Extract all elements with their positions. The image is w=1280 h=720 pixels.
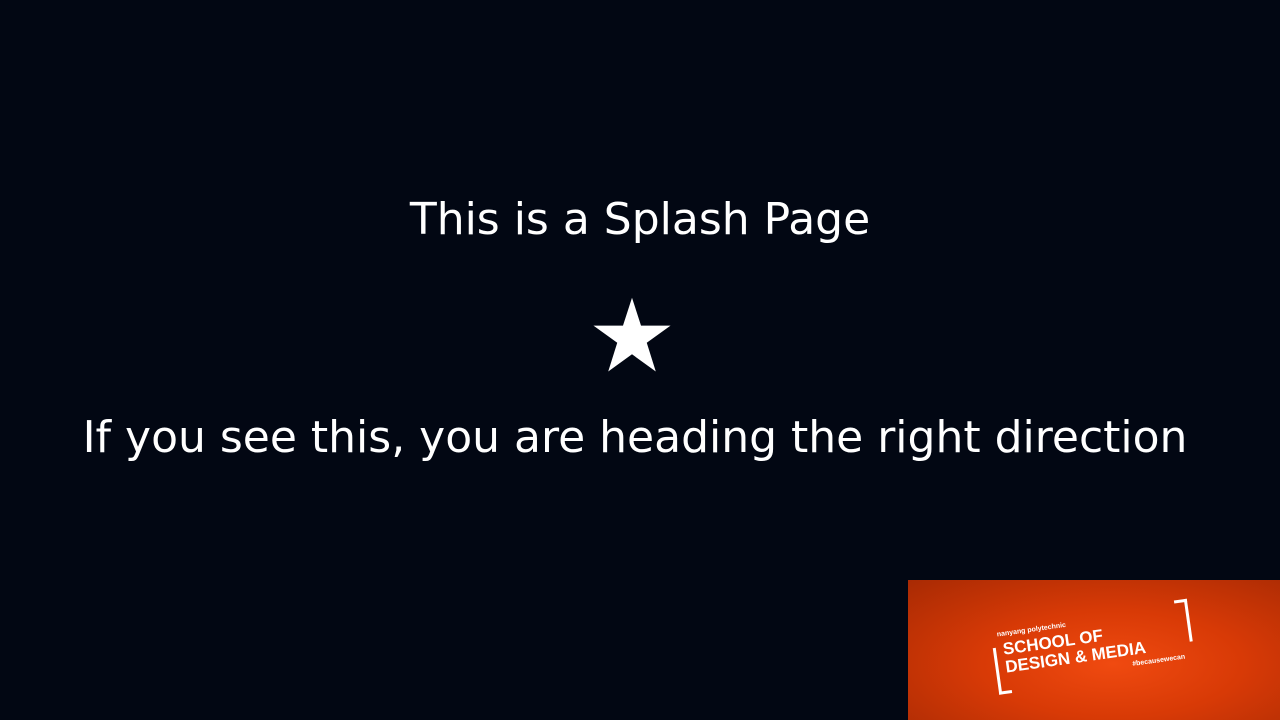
star-icon — [593, 297, 671, 372]
splash-page: This is a Splash Page If you see this, y… — [0, 0, 1280, 720]
page-subtitle: If you see this, you are heading the rig… — [82, 412, 1188, 463]
logo-mark: nanyang polytechnic SCHOOL OF DESIGN & M… — [985, 596, 1204, 704]
logo-bracket-right — [1173, 598, 1193, 644]
school-logo: nanyang polytechnic SCHOOL OF DESIGN & M… — [908, 580, 1280, 720]
page-title: This is a Splash Page — [409, 194, 871, 245]
